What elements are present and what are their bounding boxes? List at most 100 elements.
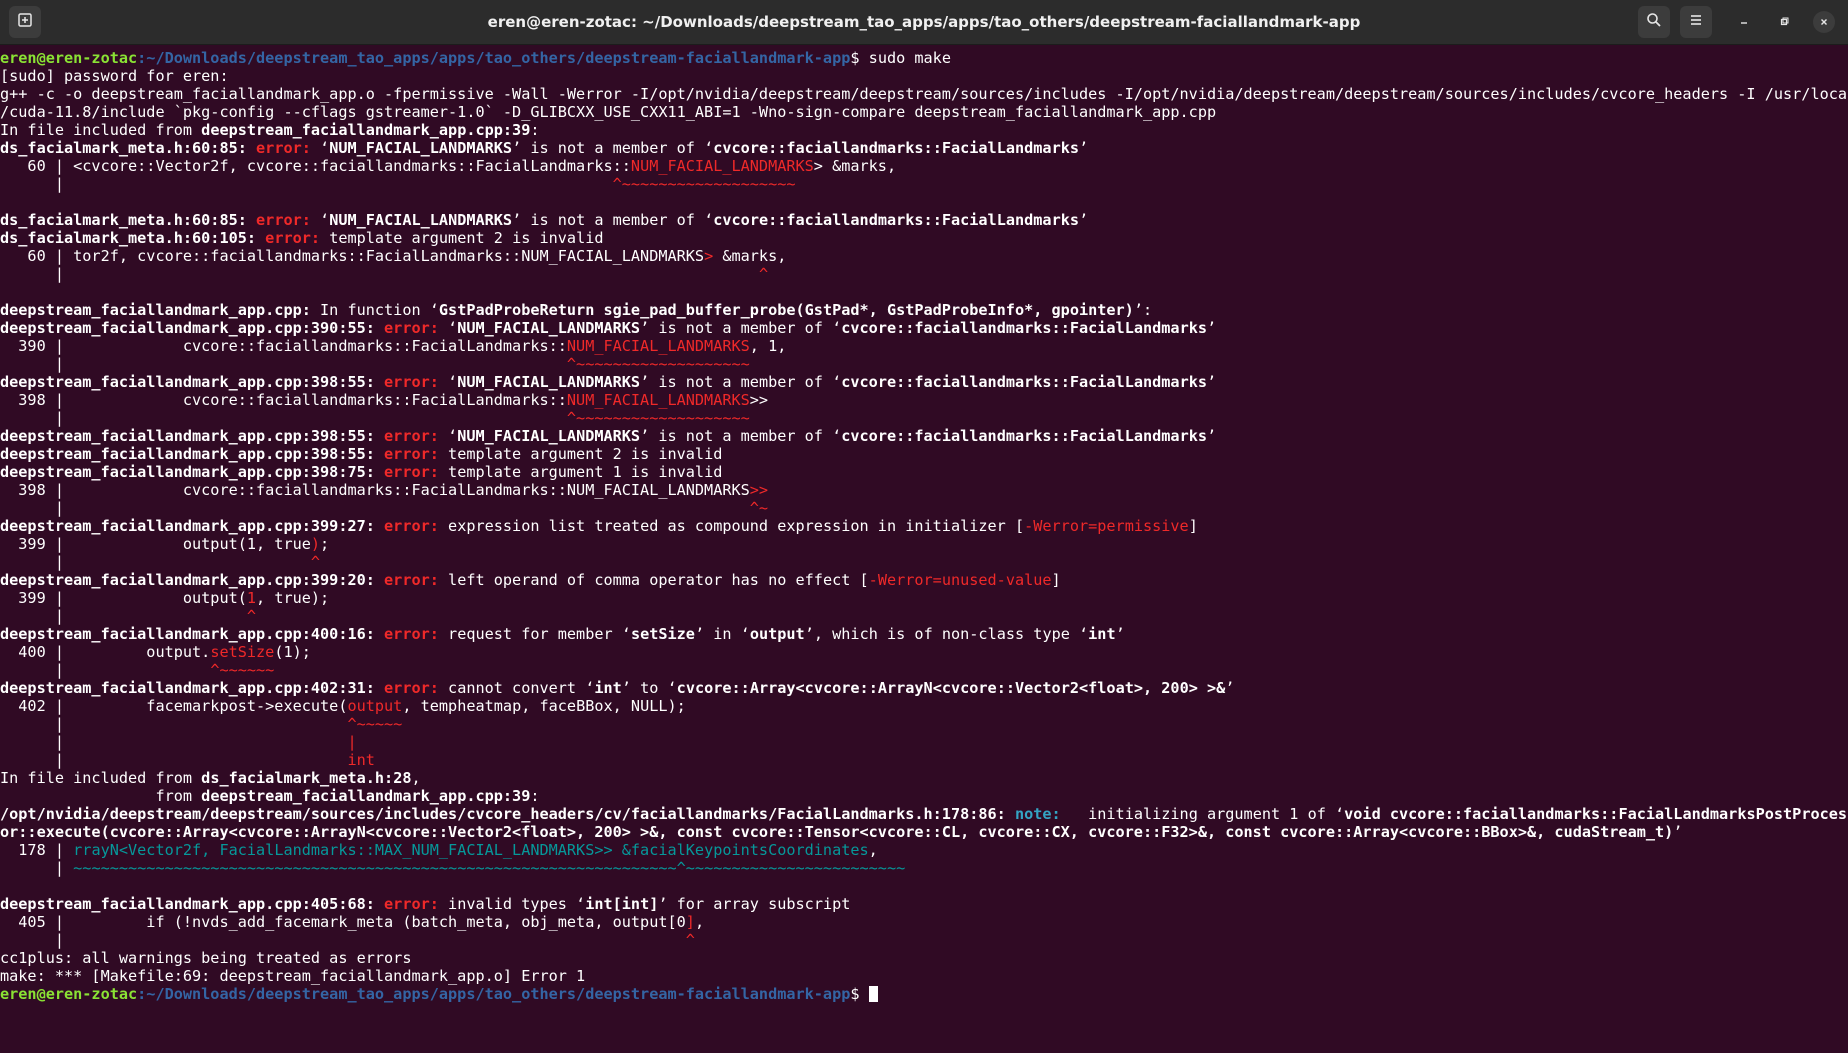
output-line: [sudo] password for eren: — [0, 67, 229, 85]
caret-line: | ^ — [0, 607, 1848, 625]
output-text: NUM_FACIAL_LANDMARKS — [329, 139, 513, 157]
output-text: GstPadProbeReturn sgie_pad_buffer_probe(… — [438, 301, 1134, 319]
error-label: error: — [374, 895, 439, 913]
error-label: error: — [374, 445, 439, 463]
prompt-line: eren@eren-zotac:~/Downloads/deepstream_t… — [0, 49, 1848, 67]
output-text: cvcore::faciallandmarks::FacialLandmarks — [841, 427, 1207, 445]
error-location: deepstream_faciallandmark_app.cpp:405:68… — [0, 895, 375, 913]
output-text: | — [0, 859, 74, 877]
output-text: ^~~~~~~ — [210, 661, 275, 679]
error-line: deepstream_faciallandmark_app.cpp:390:55… — [0, 319, 1848, 337]
output-text: int — [347, 751, 375, 769]
source-line: 60 | <cvcore::Vector2f, cvcore::facialla… — [0, 157, 1848, 175]
output-line: In file included from ds_facialmark_meta… — [0, 769, 1848, 787]
error-line: deepstream_faciallandmark_app.cpp:399:20… — [0, 571, 1848, 589]
output-text: ‘ — [310, 211, 330, 229]
output-text: template argument 1 is invalid — [438, 463, 723, 481]
error-location: deepstream_faciallandmark_app.cpp:398:55… — [0, 373, 375, 391]
search-button[interactable] — [1638, 6, 1670, 38]
output-text: invalid types ‘ — [438, 895, 586, 913]
menu-button[interactable] — [1680, 6, 1712, 38]
output-text: cvcore::faciallandmarks::FacialLandmarks — [713, 139, 1079, 157]
caret-line: | ~~~~~~~~~~~~~~~~~~~~~~~~~~~~~~~~~~~~~~… — [0, 859, 1848, 877]
output-text: ’ — [1079, 139, 1089, 157]
output-text: cvcore::faciallandmarks::FacialLandmarks — [841, 319, 1207, 337]
output-text: , — [868, 841, 878, 859]
output-text: ’ to ‘ — [621, 679, 677, 697]
output-text: 178 | — [0, 841, 74, 859]
error-label: error: — [374, 463, 439, 481]
output-text: int — [594, 679, 622, 697]
prompt-user-host: eren@eren-zotac — [0, 985, 138, 1003]
error-label: error: — [374, 373, 439, 391]
prompt-path: :~/Downloads/deepstream_tao_apps/apps/ta… — [137, 49, 851, 67]
output-text: 398 | cvcore::faciallandmarks::FacialLan… — [0, 391, 567, 409]
output-text: ‘ — [438, 319, 458, 337]
error-line: deepstream_faciallandmark_app.cpp:402:31… — [0, 679, 1848, 697]
title-bar: eren@eren-zotac: ~/Downloads/deepstream_… — [0, 0, 1848, 45]
output-text: &marks, — [713, 247, 787, 265]
output-text: deepstream_faciallandmark_app.cpp:39 — [201, 787, 531, 805]
error-location: deepstream_faciallandmark_app.cpp:400:16… — [0, 625, 375, 643]
source-line: 405 | if (!nvds_add_facemark_meta (batch… — [0, 913, 1848, 931]
maximize-button[interactable] — [1773, 11, 1795, 33]
output-line: make: *** [Makefile:69: deepstream_facia… — [0, 967, 586, 985]
output-text: rrayN<Vector2f, FacialLandmarks::MAX_NUM… — [73, 841, 869, 859]
output-text: >> — [749, 481, 769, 499]
note-line: or::execute(cvcore::Array<cvcore::ArrayN… — [0, 823, 1848, 841]
output-text: | — [0, 715, 348, 733]
error-line: deepstream_faciallandmark_app.cpp:398:55… — [0, 373, 1848, 391]
output-text: ’ — [1115, 625, 1125, 643]
error-location: deepstream_faciallandmark_app.cpp:402:31… — [0, 679, 375, 697]
error-label: error: — [256, 229, 321, 247]
output-text: cannot convert ‘ — [438, 679, 595, 697]
terminal-output[interactable]: eren@eren-zotac :~/Downloads/deepstream_t… — [0, 46, 1848, 1053]
error-location: deepstream_faciallandmark_app.cpp:398:75… — [0, 463, 375, 481]
output-text: initializing argument 1 of ‘ — [1060, 805, 1345, 823]
error-label: error: — [374, 571, 439, 589]
error-label: error: — [374, 679, 439, 697]
output-text: | — [0, 661, 211, 679]
output-text: | — [0, 733, 348, 751]
error-label: error: — [374, 517, 439, 535]
output-text: ’ — [1673, 823, 1683, 841]
note-location: /opt/nvidia/deepstream/deepstream/source… — [0, 805, 1006, 823]
output-text: ^ — [246, 607, 257, 625]
output-text: ’ is not a member of ‘ — [640, 319, 842, 337]
output-text: ; — [320, 535, 330, 553]
output-text: NUM_FACIAL_LANDMARKS — [329, 211, 513, 229]
output-text: 402 | facemarkpost->execute( — [0, 697, 348, 715]
prompt-symbol: $ — [850, 985, 860, 1003]
output-text: , true); — [256, 589, 330, 607]
source-line: 398 | cvcore::faciallandmarks::FacialLan… — [0, 391, 1848, 409]
output-text: | — [0, 355, 567, 373]
new-tab-button[interactable] — [9, 6, 41, 38]
output-text: ds_facialmark_meta.h:28 — [201, 769, 412, 787]
close-button[interactable] — [1813, 11, 1835, 33]
output-text: ^~~~~~~~~~~~~~~~~~~~ — [612, 175, 796, 193]
output-text: In file included from — [0, 769, 202, 787]
output-text: left operand of comma operator has no ef… — [438, 571, 869, 589]
output-text: : — [530, 787, 540, 805]
output-text: void cvcore::faciallandmarks::FacialLand… — [1344, 805, 1848, 823]
caret-line: | ^~ — [0, 499, 1848, 517]
output-text: ’ — [1207, 373, 1217, 391]
output-text: , 1, — [749, 337, 787, 355]
caret-line: | ^ — [0, 931, 1848, 949]
output-text: 400 | output. — [0, 643, 211, 661]
output-text: ’ in ‘ — [694, 625, 750, 643]
output-text: expression list treated as compound expr… — [438, 517, 1025, 535]
output-text: NUM_FACIAL_LANDMARKS — [457, 427, 641, 445]
output-text: 405 | if (!nvds_add_facemark_meta (batch… — [0, 913, 686, 931]
error-label: error: — [374, 427, 439, 445]
error-line: deepstream_faciallandmark_app.cpp:399:27… — [0, 517, 1848, 535]
error-label: error: — [374, 625, 439, 643]
output-text: ’ — [1207, 427, 1217, 445]
error-location: deepstream_faciallandmark_app.cpp:399:27… — [0, 517, 375, 535]
output-text: 390 | cvcore::faciallandmarks::FacialLan… — [0, 337, 567, 355]
output-text: output — [347, 697, 403, 715]
source-line: 390 | cvcore::faciallandmarks::FacialLan… — [0, 337, 1848, 355]
output-text: ’ — [1225, 679, 1235, 697]
minimize-button[interactable] — [1733, 11, 1755, 33]
output-text: NUM_FACIAL_LANDMARKS — [566, 391, 750, 409]
